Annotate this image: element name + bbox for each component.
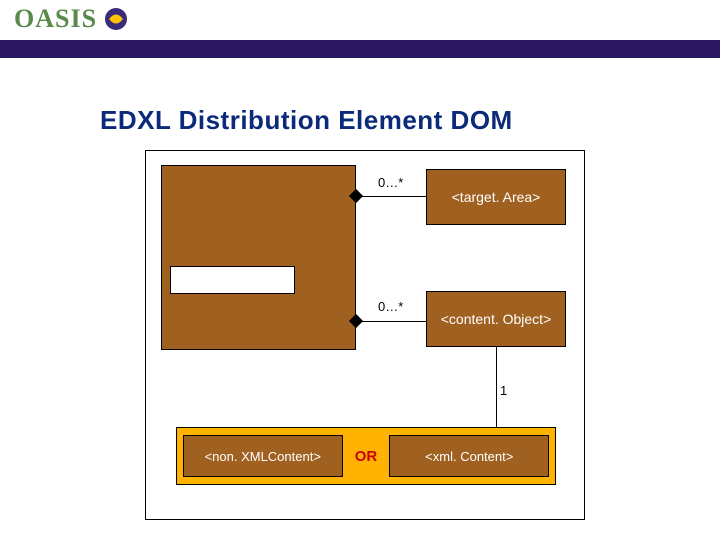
multiplicity-label: 0…* — [378, 299, 403, 314]
or-label: OR — [349, 448, 384, 465]
oasis-logo: OASIS — [14, 4, 129, 34]
page-title: EDXL Distribution Element DOM — [100, 105, 513, 136]
distribution-box: <distribution> — [161, 165, 356, 350]
content-choice-group: <non. XMLContent> OR <xml. Content> — [176, 427, 556, 485]
distribution-label: <distribution> — [170, 266, 295, 294]
target-area-box: <target. Area> — [426, 169, 566, 225]
connector-line — [356, 321, 426, 322]
header: OASIS — [0, 0, 720, 50]
connector-line — [496, 347, 497, 427]
multiplicity-label: 1 — [500, 383, 507, 398]
content-object-box: <content. Object> — [426, 291, 566, 347]
header-divider-bar — [0, 40, 720, 58]
xml-content-box: <xml. Content> — [389, 435, 549, 477]
logo-text: OASIS — [14, 4, 97, 34]
logo-glyph-icon — [103, 6, 129, 32]
multiplicity-label: 0…* — [378, 175, 403, 190]
diagram-canvas: <distribution> <target. Area> <content. … — [145, 150, 585, 520]
connector-line — [356, 196, 426, 197]
non-xml-content-box: <non. XMLContent> — [183, 435, 343, 477]
